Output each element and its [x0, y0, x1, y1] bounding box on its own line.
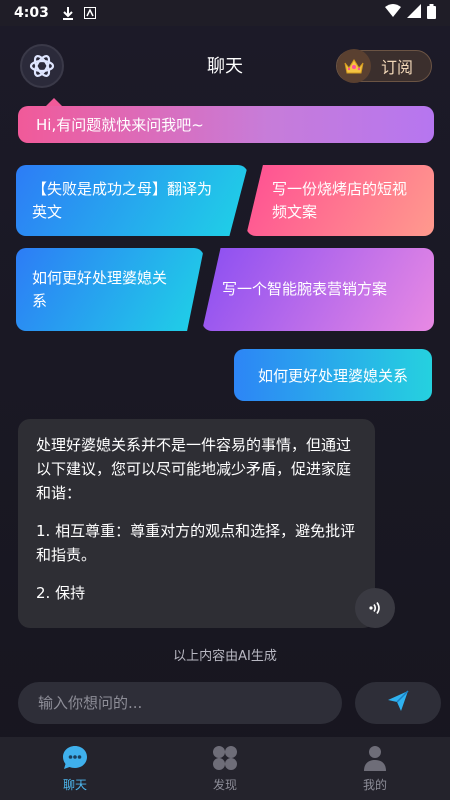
suggestion-card[interactable]: 写一份烧烤店的短视频文案	[246, 165, 434, 236]
app-logo-icon[interactable]	[20, 44, 64, 88]
tab-label: 我的	[362, 778, 387, 792]
header: 聊天 订阅	[0, 26, 450, 104]
page-title: 聊天	[207, 56, 243, 77]
tab-label: 聊天	[62, 778, 87, 792]
message-input-container	[18, 682, 342, 724]
subscribe-label: 订阅	[381, 58, 414, 77]
tab-profile[interactable]: 我的	[335, 744, 415, 793]
tab-chat[interactable]: 聊天	[35, 744, 115, 793]
status-bar: 4:03	[0, 0, 450, 26]
wifi-icon	[385, 4, 401, 22]
tab-label: 发现	[212, 778, 237, 792]
download-icon	[61, 6, 75, 20]
ai-message-intro: 处理好婆媳关系并不是一件容易的事情，但通过以下建议，您可以尽可能地减少矛盾，促进…	[36, 436, 352, 502]
discover-grid-icon	[211, 744, 239, 772]
ai-disclaimer: 以上内容由AI生成	[173, 649, 277, 664]
suggestion-card[interactable]: 如何更好处理婆媳关系	[16, 248, 204, 331]
tab-discover[interactable]: 发现	[185, 744, 265, 793]
app-notification-icon	[83, 6, 97, 20]
user-message-bubble: 如何更好处理婆媳关系	[234, 349, 432, 401]
subscribe-button[interactable]: 订阅	[336, 49, 432, 83]
suggestion-text: 写一份烧烤店的短视频文案	[272, 179, 408, 221]
battery-icon	[427, 3, 436, 23]
voice-play-icon[interactable]	[355, 588, 395, 628]
status-time: 4:03	[14, 5, 49, 21]
suggestion-text: 写一个智能腕表营销方案	[222, 280, 388, 298]
suggestion-card[interactable]: 【失败是成功之母】翻译为英文	[16, 165, 248, 236]
suggestion-text: 【失败是成功之母】翻译为英文	[32, 179, 213, 221]
ai-message-point: 2. 保持	[36, 584, 86, 602]
send-button[interactable]	[355, 682, 441, 724]
ai-message-point: 1. 相互尊重：尊重对方的观点和选择，避免批评和指责。	[36, 522, 356, 564]
ai-message-bubble: 处理好婆媳关系并不是一件容易的事情，但通过以下建议，您可以尽可能地减少矛盾，促进…	[18, 419, 375, 628]
bottom-tab-bar: 聊天 发现 我的	[0, 737, 450, 800]
suggestion-text: 如何更好处理婆媳关系	[32, 268, 168, 310]
signal-icon	[407, 4, 421, 22]
message-input[interactable]	[38, 694, 342, 712]
crown-icon	[337, 49, 371, 83]
greeting-bubble: Hi,有问题就快来问我吧~	[18, 98, 434, 143]
suggestion-card[interactable]: 写一个智能腕表营销方案	[202, 248, 434, 331]
send-icon	[385, 688, 411, 718]
chat-bubble-icon	[61, 744, 89, 772]
profile-icon	[361, 744, 389, 772]
